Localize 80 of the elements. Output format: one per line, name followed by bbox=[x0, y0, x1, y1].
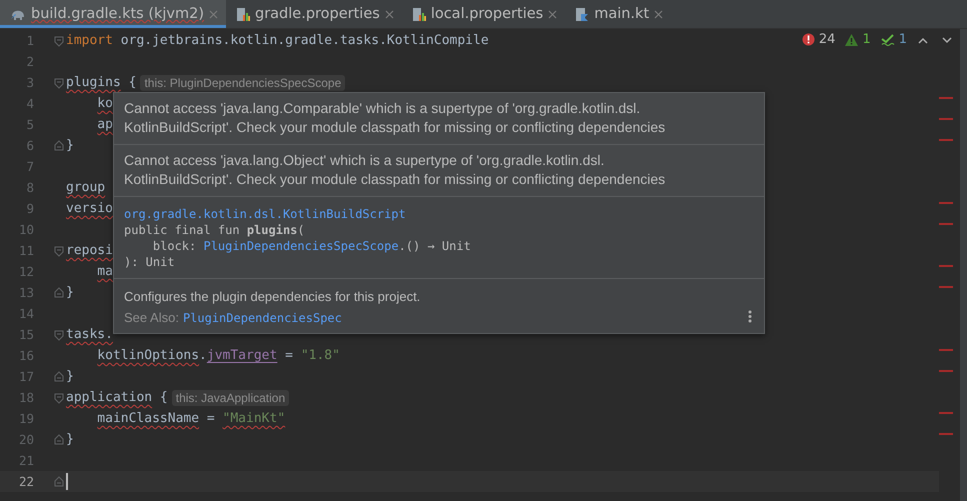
code-text: } bbox=[66, 285, 74, 300]
close-icon[interactable] bbox=[654, 10, 664, 18]
fold-icon[interactable] bbox=[54, 286, 64, 300]
line-number: 15 bbox=[18, 327, 35, 342]
file-tab[interactable]: gradle.properties bbox=[226, 0, 402, 28]
fold-icon[interactable] bbox=[54, 34, 64, 48]
see-also-link[interactable]: PluginDependenciesSpec bbox=[182, 311, 342, 325]
line-number: 2 bbox=[25, 54, 35, 69]
bar-chart-icon bbox=[412, 6, 426, 22]
bar-chart-icon bbox=[236, 6, 250, 22]
line-number: 9 bbox=[25, 201, 35, 216]
fold-icon[interactable] bbox=[54, 76, 64, 90]
line-number: 19 bbox=[18, 411, 35, 426]
fold-icon[interactable] bbox=[54, 432, 64, 446]
signature-text: public final fun plugins( bbox=[124, 222, 305, 238]
file-tab[interactable]: main.kt bbox=[565, 0, 672, 28]
fold-icon[interactable] bbox=[54, 138, 64, 152]
typo-count: 1 bbox=[898, 32, 907, 47]
type-link[interactable]: PluginDependenciesSpecScope bbox=[203, 238, 399, 254]
close-icon[interactable] bbox=[209, 10, 218, 18]
warning-count: 1 bbox=[862, 32, 871, 47]
code-text: reposi bbox=[66, 243, 113, 258]
close-icon[interactable] bbox=[384, 10, 394, 18]
see-also-label: See Also: bbox=[124, 310, 179, 325]
code-text: ko bbox=[97, 96, 113, 111]
line-number: 6 bbox=[25, 138, 35, 153]
code-text: } bbox=[66, 369, 74, 384]
type-hint: this: PluginDependenciesSpecScope bbox=[140, 74, 346, 90]
check-icon[interactable] bbox=[880, 34, 895, 46]
more-icon[interactable] bbox=[748, 310, 752, 323]
line-number: 8 bbox=[25, 180, 35, 195]
code-text: ap bbox=[97, 117, 113, 132]
class-link[interactable]: org.gradle.kotlin.dsl.KotlinBuildScript bbox=[124, 206, 406, 222]
line-number: 16 bbox=[18, 348, 35, 363]
line-number: 18 bbox=[18, 390, 35, 405]
close-icon[interactable] bbox=[548, 10, 558, 18]
error-message: Cannot access 'java.lang.Object' which is a supertype of 'org.gradle.kotlin.dsl. KotlinBuildScript'. Check your module classpath for missing or conflicting dependencies bbox=[124, 151, 666, 189]
code-text: ma bbox=[97, 264, 113, 279]
code-text: mainClassName = "MainKt" bbox=[97, 411, 286, 426]
error-icon[interactable] bbox=[802, 33, 815, 46]
line-number: 3 bbox=[25, 75, 35, 90]
code-text: kotlinOptions.jvmTarget = "1.8" bbox=[97, 348, 340, 363]
fold-icon[interactable] bbox=[54, 244, 64, 258]
fold-icon[interactable] bbox=[54, 390, 64, 404]
code-text: group bbox=[66, 180, 106, 195]
code-text: application { bbox=[66, 390, 168, 405]
line-number: 12 bbox=[18, 264, 35, 279]
code-text: } bbox=[66, 432, 74, 447]
kotlin-file-icon bbox=[575, 6, 590, 22]
line-number: 21 bbox=[18, 453, 35, 468]
line-number: 7 bbox=[25, 159, 35, 174]
signature-text: .() → Unit bbox=[398, 238, 471, 254]
line-number: 10 bbox=[18, 222, 35, 237]
code-text: versio bbox=[66, 201, 113, 216]
line-number: 17 bbox=[18, 369, 35, 384]
line-number: 20 bbox=[18, 432, 35, 447]
line-number: 4 bbox=[25, 96, 35, 111]
line-number: 22 bbox=[18, 474, 35, 489]
warning-icon[interactable] bbox=[845, 34, 858, 46]
error-count: 24 bbox=[818, 32, 836, 47]
signature-text: block: bbox=[152, 238, 198, 254]
code-text: tasks. bbox=[66, 327, 113, 342]
file-tab[interactable]: build.gradle.kts (kjvm2) bbox=[0, 0, 226, 28]
line-number: 11 bbox=[18, 243, 35, 258]
fold-icon[interactable] bbox=[54, 474, 64, 488]
line-number: 1 bbox=[25, 33, 35, 48]
code-text: plugins { bbox=[66, 75, 136, 90]
fold-icon[interactable] bbox=[54, 328, 64, 342]
text-caret bbox=[66, 473, 68, 490]
fold-icon[interactable] bbox=[54, 370, 64, 384]
line-number: 13 bbox=[18, 285, 35, 300]
description-text: Configures the plugin dependencies for this project. bbox=[124, 289, 422, 304]
code-text: import org.jetbrains.kotlin.gradle.tasks.KotlinCompile bbox=[66, 33, 489, 48]
type-hint: this: JavaApplication bbox=[172, 390, 290, 406]
file-tab[interactable]: local.properties bbox=[402, 0, 566, 28]
code-text: } bbox=[66, 138, 74, 153]
line-number: 5 bbox=[25, 117, 35, 132]
error-message: Cannot access 'java.lang.Comparable' which is a supertype of 'org.gradle.kotlin.dsl. KotlinBuildScript'. Check your module classpath for missing or conflicting dependencies bbox=[124, 99, 666, 137]
signature-text: ): Unit bbox=[124, 254, 175, 270]
line-number: 14 bbox=[18, 306, 35, 321]
